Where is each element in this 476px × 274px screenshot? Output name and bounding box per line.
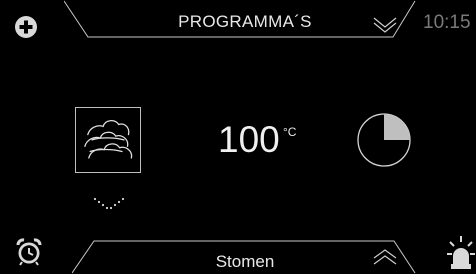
add-icon[interactable] [14,15,38,39]
programs-tab-label: PROGRAMMA´S [178,12,312,31]
chevron-up-icon[interactable] [372,248,398,268]
steam-mode-button[interactable] [75,107,141,173]
timer-progress [384,114,410,140]
alarm-clock-icon[interactable] [14,236,44,266]
temperature-value[interactable]: 100 [218,121,280,158]
timer-icon[interactable] [356,112,412,168]
chevron-down-dotted-icon[interactable] [92,193,126,215]
steam-tab-label: Stomen [215,252,275,271]
steam-icon [84,120,133,159]
temperature-unit: °C [283,125,297,139]
light-icon[interactable] [446,234,476,274]
clock-time: 10:15 [423,12,471,33]
chevron-down-icon[interactable] [372,14,398,36]
